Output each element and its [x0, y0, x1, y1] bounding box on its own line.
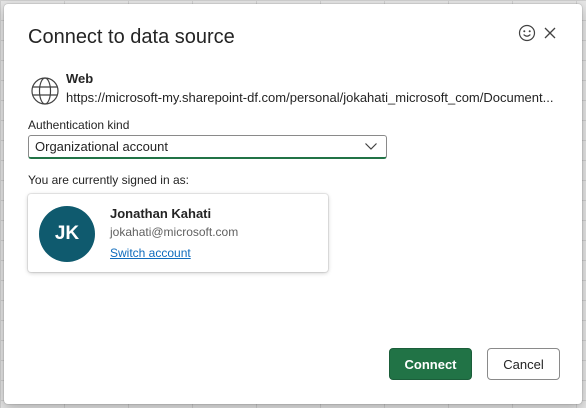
- close-icon: [544, 27, 556, 39]
- dialog-title: Connect to data source: [28, 26, 235, 48]
- account-email: jokahati@microsoft.com: [110, 225, 239, 239]
- close-button[interactable]: [539, 22, 561, 44]
- signed-in-label: You are currently signed in as:: [28, 173, 189, 187]
- chevron-down-icon: [365, 143, 377, 150]
- auth-kind-value: Organizational account: [35, 139, 168, 154]
- account-name: Jonathan Kahati: [110, 206, 212, 221]
- feedback-button[interactable]: [516, 22, 538, 44]
- avatar: JK: [39, 206, 95, 262]
- auth-kind-label: Authentication kind: [28, 118, 130, 132]
- auth-kind-dropdown[interactable]: Organizational account: [28, 135, 387, 159]
- smiley-icon: [518, 24, 536, 42]
- connect-button[interactable]: Connect: [389, 348, 472, 380]
- source-url: https://microsoft-my.sharepoint-df.com/p…: [66, 90, 554, 105]
- switch-account-link[interactable]: Switch account: [110, 246, 191, 260]
- source-type: Web: [66, 71, 94, 86]
- globe-icon: [31, 77, 59, 105]
- account-card: JK Jonathan Kahati jokahati@microsoft.co…: [28, 194, 328, 272]
- connect-dialog: Connect to data source Web https://micro…: [4, 4, 582, 404]
- cancel-button[interactable]: Cancel: [487, 348, 560, 380]
